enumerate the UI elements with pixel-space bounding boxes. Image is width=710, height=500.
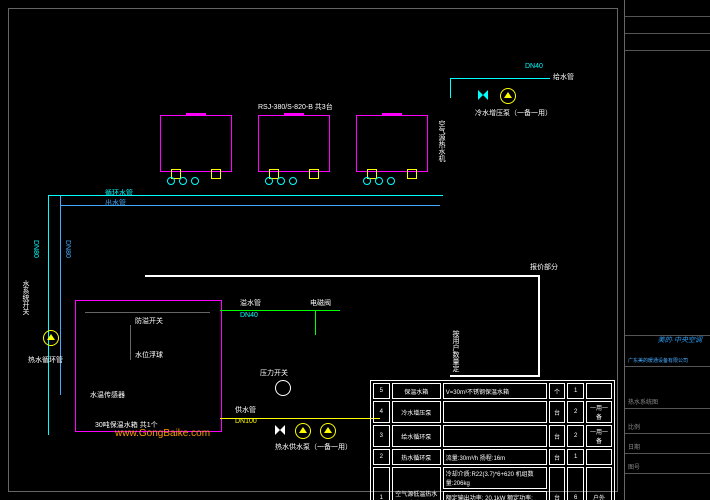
dn80-1: DN80 — [32, 240, 39, 258]
table-row: 1空气源低温热水机组冷却介质:R22(3.7)*6+620 机组数量:206kg… — [373, 467, 612, 489]
tb-date: 日期 — [625, 440, 710, 454]
heatpump-unit-1 — [160, 115, 232, 172]
tb-project: 广东美的暖通设备有限公司 — [625, 355, 710, 367]
cold-pump-icon — [500, 88, 516, 104]
sys-line-h2 — [450, 375, 540, 377]
tank-sensor: 水温传感器 — [90, 390, 125, 400]
cad-canvas: RSJ-380/S-820-B 共3台 空气源热水机 DN40 给水管 冷水增压… — [0, 0, 710, 500]
circ-pipe: 循环水管 — [105, 188, 133, 198]
overflow-label: 溢水管 — [240, 298, 261, 308]
out-pipe: 出水管 — [105, 198, 126, 208]
scope-label: 报价部分 — [530, 262, 558, 272]
tb-scale: 比例 — [625, 420, 710, 434]
tank-sw: 防溢开关 — [135, 316, 163, 326]
cold-valve-icon — [478, 90, 488, 100]
tank-top-line — [85, 312, 210, 313]
supply-pipe-v — [450, 78, 451, 98]
overflow-line — [220, 310, 340, 311]
sys-line-v — [538, 275, 540, 375]
hot-circ-label: 热水循环管 — [28, 355, 63, 365]
table-row: 3给水循环泵台2一用一备 — [373, 425, 612, 447]
sys-line-h — [145, 275, 540, 277]
table-row: 2热水循环泵流量:30m³/h 扬程:16m台1 — [373, 449, 612, 465]
tb-row — [625, 17, 710, 34]
equipment-table: 5保温水箱V=30m³不锈钢保温水箱个1 4冷水增压泵台2一用一备 3给水循环泵… — [370, 380, 615, 500]
heatpump-unit-2 — [258, 115, 330, 172]
table-row: 5保温水箱V=30m³不锈钢保温水箱个1 — [373, 383, 612, 399]
hot-pump-2 — [320, 423, 336, 439]
tb-row — [625, 0, 710, 17]
company-logo: 美的·中央空调 — [658, 335, 702, 345]
tb-row — [625, 34, 710, 51]
supply-pipe-h — [450, 78, 550, 79]
cold-pump-label: 冷水增压泵（一备一用） — [475, 108, 552, 118]
overflow-dn: DN40 — [240, 312, 258, 319]
supply-valve — [275, 425, 285, 435]
tb-num: 图号 — [625, 460, 710, 474]
solenoid-stem — [315, 310, 316, 335]
table-row: 4冷水增压泵台2一用一备 — [373, 401, 612, 423]
dn80-2: DN80 — [64, 240, 71, 258]
watermark: www.GongBaike.com — [115, 428, 210, 439]
tank-rope-line — [130, 325, 131, 360]
heatpump-unit-3 — [356, 115, 428, 172]
booster-note: 按用户数量定 — [450, 330, 460, 372]
hot-pump-label: 热水供水泵（一备一用） — [275, 442, 352, 452]
solenoid-label: 电磁阀 — [310, 298, 331, 308]
left-pipe-blue — [60, 195, 61, 395]
hot-pump-1 — [295, 423, 311, 439]
title-block: 美的·中央空调 广东美的暖通设备有限公司 热水系统图 比例 日期 图号 — [624, 0, 710, 500]
side-note: 空气源热水机 — [436, 120, 446, 162]
tb-spacer — [625, 51, 710, 336]
dn40-label: DN40 — [525, 63, 543, 70]
units-label: RSJ-380/S-820-B 共3台 — [258, 102, 333, 112]
pressure-label: 压力开关 — [260, 368, 288, 378]
tb-sheet: 热水系统图 — [625, 395, 710, 409]
supply-label: 给水管 — [553, 72, 574, 82]
sys-switch: 水系统开关 — [20, 280, 30, 315]
supply-pipe: 供水管 — [235, 405, 256, 415]
left-pipe-cyan — [48, 195, 49, 435]
tank-rope: 水位浮球 — [135, 350, 163, 360]
pressure-icon — [275, 380, 291, 396]
circ-pump-icon — [43, 330, 59, 346]
supply-dn: DN100 — [235, 418, 257, 425]
